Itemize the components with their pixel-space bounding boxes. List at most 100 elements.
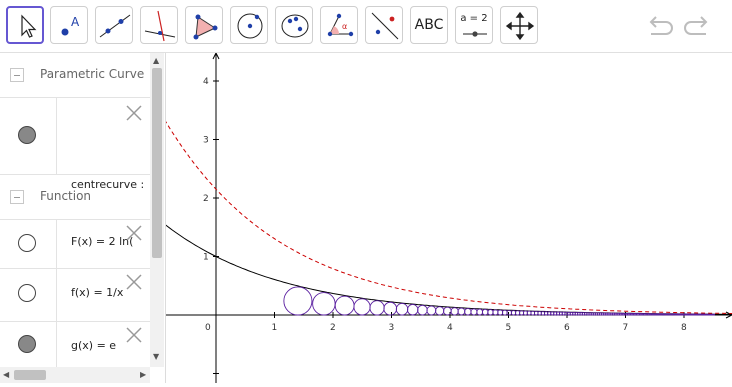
tangent-circle [334,295,355,316]
x-tick-label: 4 [447,323,453,333]
horizontal-scrollbar-thumb[interactable] [14,370,46,380]
tangent-circle [464,307,472,316]
scroll-down-arrow-icon[interactable]: ▼ [153,352,159,361]
algebra-item-text: f(x) = 1/x [71,286,124,299]
move-tool[interactable] [6,6,44,44]
undo-button[interactable] [645,12,675,42]
visibility-toggle[interactable] [18,335,36,353]
x-tick-label: 3 [389,323,395,333]
line-tool[interactable] [95,6,133,44]
solid-curve [157,218,732,315]
slider-icon [463,31,487,37]
tangent-circle [487,309,494,316]
group-header-parametric-curve[interactable]: Parametric Curve [0,53,150,98]
graph-canvas[interactable]: 0 1 2 3 4 5 6 7 8 1 2 3 4 [157,51,732,383]
close-icon[interactable] [125,104,143,122]
text-tool-label: ABC [414,17,444,33]
slider-tool[interactable]: a = 2 [455,6,493,44]
algebra-item-g[interactable]: g(x) = e [0,322,150,371]
visibility-toggle[interactable] [18,234,36,252]
tangent-circle [395,303,409,316]
text-tool[interactable]: ABC [410,6,448,44]
x-tick-label: 1 [272,323,278,333]
svg-text:α: α [342,22,347,31]
circle-icon [237,13,263,39]
close-icon[interactable] [125,224,143,242]
x-tick-label: 6 [564,323,570,333]
point-tool[interactable]: A [50,6,88,44]
collapse-icon[interactable] [10,190,24,204]
x-tick-label: 0 [205,323,211,333]
close-icon[interactable] [125,326,143,344]
x-tick-label: 8 [681,323,687,333]
svg-text:A: A [71,15,80,29]
graphics-view[interactable]: 0 1 2 3 4 5 6 7 8 1 2 3 4 [157,51,732,383]
angle-tool[interactable]: α [320,6,358,44]
move-arrows-icon [505,11,535,41]
group-label: Parametric Curve [40,67,145,81]
tangent-circle [283,286,313,316]
collapse-icon[interactable] [10,68,24,82]
tangent-circle [406,304,419,316]
line-icon [99,14,131,38]
tangent-circle [353,298,371,316]
x-tick-label: 5 [506,323,512,333]
tangent-circle [481,308,489,316]
polygon-icon [193,14,218,40]
tangent-circle [417,304,428,316]
item-divider [56,269,57,321]
algebra-item-f[interactable]: f(x) = 1/x [0,269,150,322]
item-divider [56,220,57,268]
vertical-scrollbar-thumb[interactable] [152,68,162,258]
x-tick-label: 7 [623,323,629,333]
point-icon: A [61,15,80,36]
tangent-circle [312,292,336,316]
group-label: Function [40,189,92,203]
item-divider [56,322,57,370]
tangent-circle [435,306,445,316]
toolbar: A α ABC a = 2 [0,0,732,53]
polygon-tool[interactable] [185,6,223,44]
x-tick-label: 2 [330,323,336,333]
dashed-curve [157,107,732,314]
undo-icon [649,16,673,35]
y-tick-label: 3 [203,136,209,146]
tangent-circle [450,307,459,316]
scroll-up-arrow-icon[interactable]: ▲ [153,56,159,65]
close-icon[interactable] [125,273,143,291]
reflect-tool[interactable] [365,6,403,44]
ellipse-icon [281,14,309,38]
tangent-circle [457,307,466,316]
tangent-circle [426,305,437,316]
move-graphics-tool[interactable] [500,6,538,44]
conic-tool[interactable] [275,6,313,44]
scroll-right-arrow-icon[interactable]: ▶ [140,370,146,379]
angle-icon: α [327,13,354,37]
algebra-item-text: g(x) = e [71,339,117,352]
redo-button[interactable] [682,12,712,42]
visibility-toggle[interactable] [18,126,36,144]
scroll-left-arrow-icon[interactable]: ◀ [3,370,9,379]
y-tick-label: 2 [203,194,209,204]
tangent-circle [492,309,499,316]
perpendicular-line-icon [144,10,176,42]
tangent-circle [497,309,504,316]
tangent-circle [443,306,452,316]
cursor-arrow-icon [21,14,37,38]
group-header-function[interactable]: Function [0,175,150,220]
perpendicular-line-tool[interactable] [140,6,178,44]
algebra-item-centrecurve[interactable]: centrecurve : [0,98,150,191]
circle-tool[interactable] [230,6,268,44]
y-tick-label: 4 [203,77,209,87]
tangent-circle [369,300,385,316]
tangent-circle [383,301,398,316]
algebra-item-F[interactable]: F(x) = 2 ln( [0,220,150,269]
item-divider [56,98,57,174]
algebra-view: Parametric Curve centrecurve : Function … [0,53,166,383]
y-tick-label: 1 [203,253,209,263]
tangent-circle [713,313,716,316]
visibility-toggle[interactable] [18,284,36,302]
reflect-icon [371,12,399,40]
redo-icon [684,16,708,35]
tangent-circle [476,308,484,316]
